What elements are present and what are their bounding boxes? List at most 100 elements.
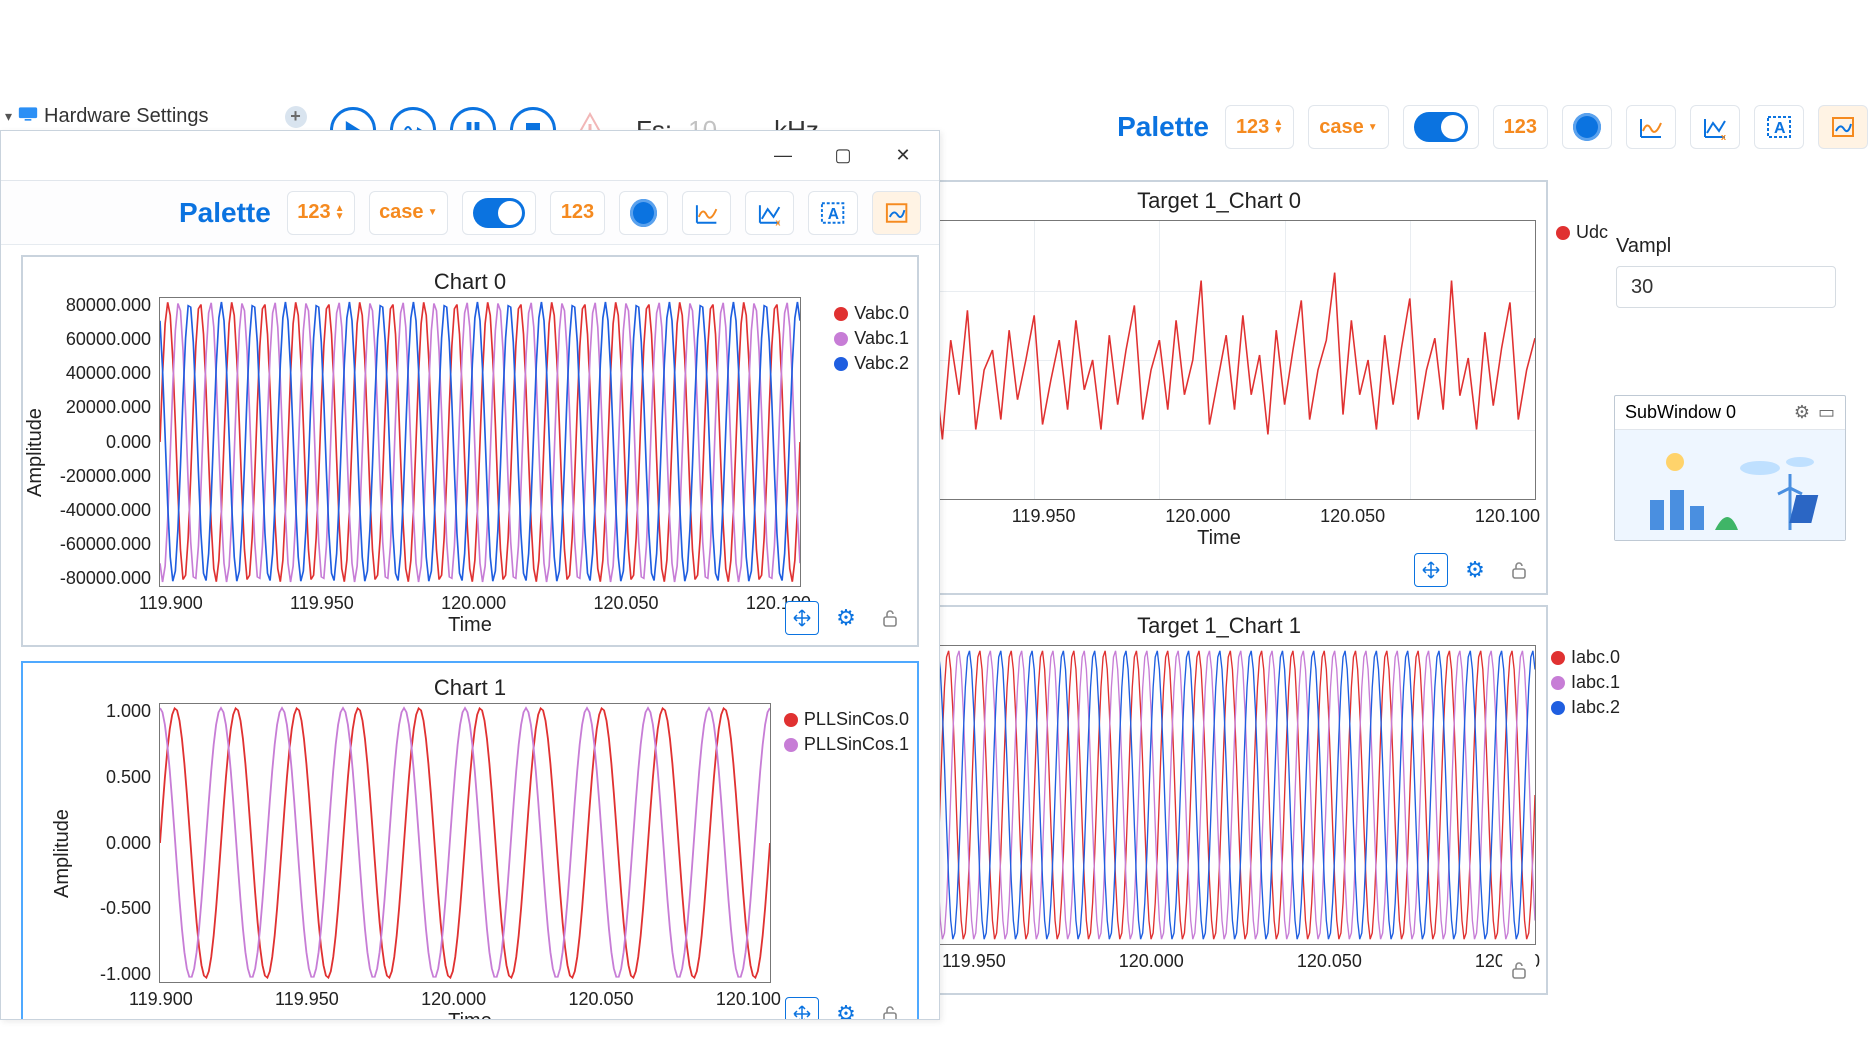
- legend-dot-icon: [834, 357, 848, 371]
- ytick: 0.000: [39, 432, 151, 453]
- tree-hardware-row[interactable]: ▾ Hardware Settings +: [5, 105, 307, 128]
- legend-dot-icon: [1551, 651, 1565, 665]
- legend-item[interactable]: Iabc.2: [1551, 695, 1620, 720]
- monitor-icon: [18, 105, 38, 128]
- palette-label: Palette: [1117, 111, 1209, 143]
- xtick: 120.050: [593, 593, 658, 614]
- legend-item[interactable]: PLLSinCos.1: [784, 732, 909, 757]
- gear-icon[interactable]: ⚙: [829, 997, 863, 1019]
- ytick: 40000.000: [39, 363, 151, 384]
- subwindow-card[interactable]: SubWindow 0 ⚙ ▭: [1614, 395, 1846, 541]
- xtick: 120.050: [1320, 506, 1385, 527]
- lock-icon[interactable]: [873, 601, 907, 635]
- gear-icon[interactable]: ⚙: [1794, 402, 1810, 423]
- chart-target1-1[interactable]: Target 1_Chart 1 Iabc.0 Iabc.1 Iabc.2 11…: [890, 605, 1548, 995]
- svg-text:x: x: [1721, 132, 1726, 141]
- new-window-button[interactable]: [1818, 105, 1868, 149]
- legend-dot-icon: [1556, 226, 1570, 240]
- number-format-button[interactable]: 123▲▼: [1225, 105, 1294, 149]
- palette-bar-main: Palette 123▲▼ case▼ 123 x A: [1117, 105, 1868, 149]
- auto-toggle[interactable]: [462, 191, 537, 235]
- gear-icon[interactable]: ⚙: [1458, 553, 1492, 587]
- lock-icon[interactable]: [1502, 953, 1536, 987]
- legend-item[interactable]: PLLSinCos.0: [784, 707, 909, 732]
- yaxis-title: Amplitude: [24, 408, 47, 497]
- text-label-button[interactable]: A: [1754, 105, 1804, 149]
- maximize-button[interactable]: ▢: [813, 134, 873, 178]
- lock-icon[interactable]: [873, 997, 907, 1019]
- xtick: 119.900: [139, 593, 203, 614]
- xtick: 120.100: [716, 989, 781, 1010]
- yaxis-title: Amplitude: [51, 809, 74, 898]
- svg-text:x: x: [776, 217, 781, 226]
- xtick: 120.050: [1297, 951, 1362, 972]
- ytick: 0.000: [73, 833, 151, 854]
- legend-dot-icon: [784, 738, 798, 752]
- tree-item-label: Hardware Settings: [44, 105, 209, 128]
- svg-text:A: A: [828, 205, 839, 222]
- legend-item[interactable]: Vabc.2: [834, 351, 909, 376]
- legend-item[interactable]: Udc: [1556, 220, 1608, 245]
- ytick: 0.500: [73, 767, 151, 788]
- gear-icon[interactable]: ⚙: [829, 601, 863, 635]
- xaxis-title: Time: [29, 614, 911, 637]
- move-icon[interactable]: [785, 997, 819, 1019]
- lock-icon[interactable]: [1502, 553, 1536, 587]
- number-display-button[interactable]: 123: [550, 191, 604, 235]
- ytick: -80000.000: [39, 568, 151, 589]
- subwindow-preview: [1615, 430, 1845, 540]
- ytick: 1.000: [73, 701, 151, 722]
- legend-dot-icon: [834, 307, 848, 321]
- xtick: 119.900: [129, 989, 193, 1010]
- xtick: 119.950: [1012, 506, 1076, 527]
- legend-item[interactable]: Iabc.1: [1551, 670, 1620, 695]
- circle-icon: [1573, 113, 1601, 141]
- number-display-button[interactable]: 123: [1493, 105, 1548, 149]
- chart-title: Target 1_Chart 0: [892, 182, 1546, 216]
- ytick: 20000.000: [39, 397, 151, 418]
- maximize-icon[interactable]: ▭: [1818, 402, 1835, 423]
- xtick: 120.050: [568, 989, 633, 1010]
- chart-title: Target 1_Chart 1: [892, 607, 1546, 641]
- add-tree-item-button[interactable]: +: [285, 106, 307, 128]
- chart-line-button[interactable]: [1626, 105, 1676, 149]
- color-indicator-button[interactable]: [1562, 105, 1612, 149]
- chart-line-button[interactable]: [682, 191, 731, 235]
- xtick: 120.000: [1165, 506, 1230, 527]
- palette-label: Palette: [179, 197, 271, 229]
- window-titlebar[interactable]: — ▢ ✕: [1, 131, 939, 181]
- move-icon[interactable]: [1414, 553, 1448, 587]
- ytick: 60000.000: [39, 329, 151, 350]
- xtick: 119.950: [275, 989, 339, 1010]
- color-indicator-button[interactable]: [619, 191, 668, 235]
- inputs-panel: Vampl: [1616, 235, 1836, 308]
- auto-toggle[interactable]: [1403, 105, 1479, 149]
- ytick: -60000.000: [39, 534, 151, 555]
- new-window-button[interactable]: [872, 191, 921, 235]
- ytick: -40000.000: [39, 500, 151, 521]
- case-button[interactable]: case▼: [369, 191, 448, 235]
- xtick: 120.000: [1119, 951, 1184, 972]
- xtick: 120.100: [1475, 506, 1540, 527]
- chart-1[interactable]: Chart 1 1.000 0.500 0.000 -0.500 -1.000 …: [21, 661, 919, 1019]
- chart-target1-0[interactable]: Target 1_Chart 0 Udc 00 119.950 120.000 …: [890, 180, 1548, 595]
- chart-xy-button[interactable]: x: [745, 191, 794, 235]
- close-button[interactable]: ✕: [873, 134, 933, 178]
- chart-0[interactable]: Chart 0 80000.000 60000.000 40000.000 20…: [21, 255, 919, 647]
- chart-title: Chart 0: [29, 263, 911, 297]
- text-label-button[interactable]: A: [808, 191, 857, 235]
- number-format-button[interactable]: 123▲▼: [287, 191, 355, 235]
- legend-item[interactable]: Vabc.0: [834, 301, 909, 326]
- tree-caret-icon[interactable]: ▾: [5, 108, 12, 125]
- legend-item[interactable]: Vabc.1: [834, 326, 909, 351]
- chart-canvas: [909, 646, 1535, 944]
- minimize-button[interactable]: —: [753, 134, 813, 178]
- legend-item[interactable]: Iabc.0: [1551, 645, 1620, 670]
- palette-bar-popup: Palette 123▲▼ case▼ 123 x A: [1, 181, 939, 245]
- legend-dot-icon: [784, 713, 798, 727]
- case-button[interactable]: case▼: [1308, 105, 1388, 149]
- chart-xy-button[interactable]: x: [1690, 105, 1740, 149]
- vampl-input[interactable]: [1616, 266, 1836, 308]
- legend-dot-icon: [1551, 676, 1565, 690]
- move-icon[interactable]: [785, 601, 819, 635]
